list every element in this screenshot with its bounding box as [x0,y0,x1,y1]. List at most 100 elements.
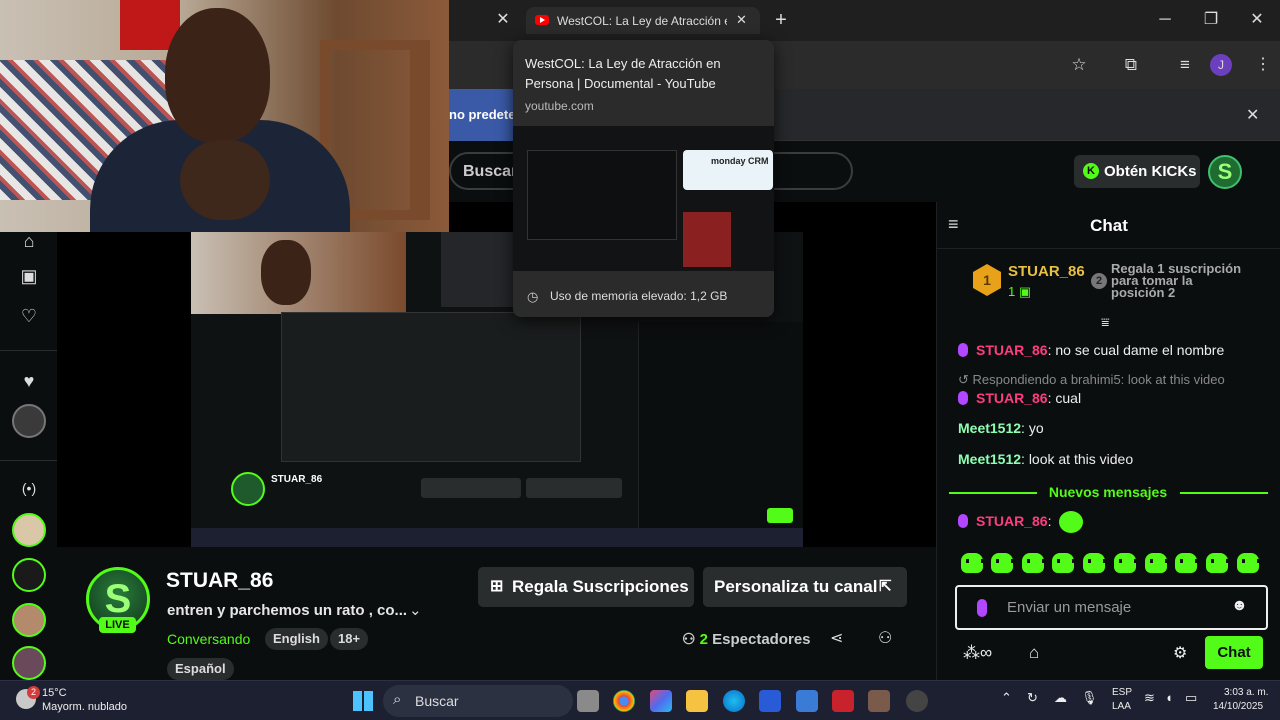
customize-channel-label: Personaliza tu canal [714,577,878,596]
clock-time[interactable]: 3:03 a. m. [1224,687,1268,698]
settings-gear-icon[interactable]: ⚙ [1173,643,1187,663]
home-icon[interactable]: ⌂ [14,226,44,256]
sidebar-avatar-1[interactable] [12,404,46,438]
rank-2-badge: 2 [1091,273,1107,289]
emote-icon[interactable] [1237,553,1260,573]
tab-hover-preview: WestCOL: La Ley de Atracción en Persona … [513,40,774,317]
antivirus-icon[interactable] [832,690,854,712]
copilot-icon[interactable] [650,690,672,712]
chat-message: STUAR_86: no se cual dame el nombre [958,342,1224,358]
stream-category[interactable]: Conversando [167,631,250,647]
language-layout[interactable]: LAA [1112,701,1131,712]
chat-message: Meet1512: look at this video [958,451,1134,467]
extensions-icon[interactable]: ⧉ [1118,52,1144,78]
windows-start-icon[interactable] [353,691,373,711]
infobar-close-icon[interactable]: ✕ [1246,105,1259,125]
tag-english[interactable]: English [265,628,328,650]
points-icon[interactable]: ⁂∞ [963,643,992,663]
tray-chevron-icon[interactable]: ⌃ [1001,690,1012,706]
emote-icon[interactable] [1083,553,1106,573]
window-close-icon[interactable]: ✕ [1242,8,1272,32]
obs-icon[interactable] [906,690,928,712]
emote-icon[interactable] [1022,553,1045,573]
edge-icon[interactable] [723,690,745,712]
new-messages-divider: Nuevos mensajes [949,483,1268,503]
search-placeholder: Buscar [463,163,518,180]
gift-subscriptions-button[interactable]: ⊞ Regala Suscripciones [478,567,694,607]
follow-user-icon[interactable]: ⚇ [878,628,892,648]
active-tab-title: WestCOL: La Ley de Atracción en P [557,14,727,28]
mic-icon[interactable] [977,599,987,617]
emote-icon[interactable] [961,553,984,573]
tag-18plus[interactable]: 18+ [330,628,369,650]
top-gifter-name[interactable]: STUAR_86 [1008,263,1085,280]
new-tab-button[interactable]: + [766,8,796,32]
chevron-down-icon[interactable]: ⌄ [409,601,422,619]
streamer-name[interactable]: STUAR_86 [166,569,273,593]
chat-send-button[interactable]: Chat [1205,636,1263,669]
taskbar-search[interactable]: ⌕ Buscar [383,685,573,717]
emote-icon[interactable] [991,553,1014,573]
cloud-icon[interactable]: ☁ [1054,690,1067,706]
editor-app-icon[interactable] [796,690,818,712]
emote-icon[interactable] [1145,553,1168,573]
sidebar-avatar-2[interactable] [12,513,46,547]
following-icon[interactable]: ♡ [14,301,44,331]
store-app-icon[interactable] [759,690,781,712]
volume-icon[interactable]: ◖ [1165,690,1173,705]
gift-prompt: Regala 1 suscripción para tomar la posic… [1111,261,1242,300]
share-icon[interactable]: ⋖ [830,628,843,648]
browse-icon[interactable]: ▣ [14,261,44,291]
restore-icon[interactable]: ❐ [1196,8,1226,32]
menu-dots-icon[interactable]: ⋮ [1250,52,1276,78]
chat-reply-note: ↺ Respondiendo a brahimi5: look at this … [958,372,1225,387]
microphone-icon[interactable]: 🎙 [1081,690,1098,706]
chrome-icon[interactable] [613,690,635,712]
weather-temp[interactable]: 15°C [42,687,67,699]
stream-title: entren y parchemos un rato , co... [167,602,408,619]
top-gifter-count: 1 ▣ [1008,284,1032,299]
clock-date[interactable]: 14/10/2025 [1213,701,1263,712]
media-controls-icon[interactable]: ≡ [1172,52,1198,78]
weather-desc[interactable]: Mayorm. nublado [42,701,127,713]
chat-title: Chat [1090,216,1128,235]
sidebar-avatar-4[interactable] [12,603,46,637]
emote-icon[interactable] [1114,553,1137,573]
user-avatar[interactable]: S [1208,155,1242,189]
sidebar-avatar-5[interactable] [12,646,46,680]
mic-icon [958,514,968,528]
emote-icon[interactable] [1052,553,1075,573]
emote-icon[interactable] [1175,553,1198,573]
minimize-icon[interactable]: ─ [1150,8,1180,32]
game-app-icon[interactable] [868,690,890,712]
sidebar-avatar-3[interactable] [12,558,46,592]
close-tab-icon[interactable]: ✕ [488,8,518,32]
live-channels-icon[interactable]: (•) [14,473,44,503]
rank-1-badge: 1 [973,264,1001,296]
battery-icon[interactable]: ▭ [1185,690,1197,706]
close-tab-icon[interactable]: ✕ [736,12,747,28]
chat-header: ≡ Chat [937,202,1280,249]
profile-avatar[interactable]: J [1210,54,1232,76]
task-view-icon[interactable] [577,690,599,712]
chat-message-input[interactable]: Enviar un mensaje ☻ [955,585,1268,630]
chat-message: Meet1512: yo [958,420,1044,436]
favorites-heart-icon[interactable]: ♥ [14,366,44,396]
chat-input-placeholder: Enviar un mensaje [1007,599,1132,616]
youtube-icon [535,15,549,25]
bookmark-star-icon[interactable]: ☆ [1066,52,1092,78]
store-icon[interactable]: ⌂ [1029,643,1039,663]
file-explorer-icon[interactable] [686,690,708,712]
emote-icon[interactable] [1206,553,1229,573]
get-kicks-button[interactable]: K Obtén KICKs [1074,155,1200,188]
preview-thumbnail: monday CRM [513,126,774,271]
expand-leaderboard-icon[interactable]: ⩸ [1101,314,1110,331]
sync-icon[interactable]: ↻ [1027,690,1038,706]
tag-espanol[interactable]: Español [167,658,234,680]
mini-stream-name: STUAR_86 [271,474,323,485]
emoji-icon[interactable]: ☻ [1231,597,1248,615]
active-tab[interactable]: WestCOL: La Ley de Atracción en P ✕ [526,7,760,34]
wifi-icon[interactable]: ≋ [1144,690,1155,706]
language-code[interactable]: ESP [1112,687,1132,698]
customize-channel-button[interactable]: Personaliza tu canal ⇱ [703,567,907,607]
